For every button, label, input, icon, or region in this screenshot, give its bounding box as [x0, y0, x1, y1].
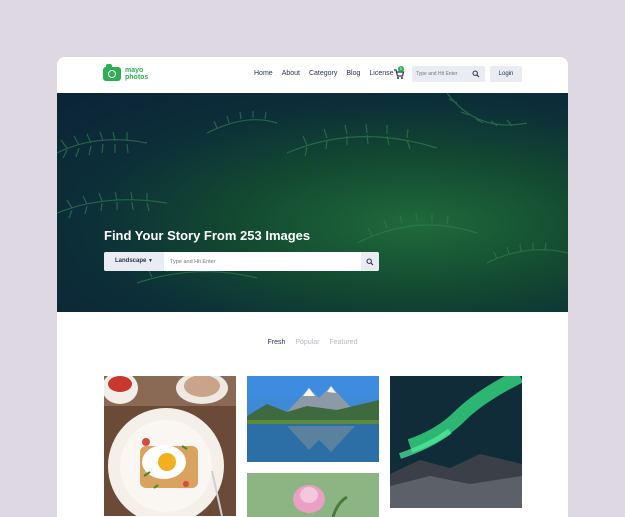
search-icon	[366, 258, 374, 266]
search-icon[interactable]	[472, 70, 480, 78]
chevron-down-icon: ▼	[148, 258, 153, 264]
site-logo[interactable]: mayo photos	[103, 64, 148, 81]
hero-search-button[interactable]	[361, 252, 379, 271]
hero-banner: Find Your Story From 253 Images Landscap…	[57, 93, 568, 312]
hero-search-input[interactable]	[170, 257, 330, 267]
nav-item-category[interactable]: Category	[309, 70, 337, 77]
flower-photo	[247, 473, 379, 517]
header-search-input[interactable]	[416, 69, 468, 79]
nav-item-about[interactable]: About	[282, 70, 300, 77]
logo-line-2: photos	[125, 74, 149, 81]
login-button[interactable]: Login	[490, 66, 522, 82]
cart-badge: 0	[398, 66, 404, 72]
tab-featured[interactable]: Featured	[329, 339, 357, 346]
fern-foliage-background	[57, 93, 568, 284]
gallery-image-aurora[interactable]	[390, 376, 522, 508]
category-label: Landscape	[115, 258, 147, 264]
nav-item-home[interactable]: Home	[254, 70, 273, 77]
tab-fresh[interactable]: Fresh	[268, 339, 286, 346]
category-dropdown[interactable]: Landscape ▼	[104, 252, 164, 271]
gallery-image-flower[interactable]	[247, 473, 379, 517]
hero-search-bar: Landscape ▼	[104, 252, 379, 271]
camera-icon	[103, 64, 121, 81]
gallery-image-mountain-lake[interactable]	[247, 376, 379, 462]
header-search	[412, 66, 485, 82]
mountain-lake-photo	[247, 376, 379, 462]
nav-item-license[interactable]: License	[369, 70, 393, 77]
breakfast-photo	[104, 376, 236, 516]
logo-line-1: mayo	[125, 67, 144, 74]
logo-wordmark: mayo photos	[125, 67, 148, 81]
nav-item-blog[interactable]: Blog	[346, 70, 360, 77]
main-nav: Home About Category Blog License	[254, 70, 403, 77]
gallery-tabs: Fresh Popular Featured	[57, 339, 568, 346]
hero-title: Find Your Story From 253 Images	[104, 228, 311, 243]
site-header: mayo photos Home About Category Blog Lic…	[57, 57, 568, 93]
web-page: mayo photos Home About Category Blog Lic…	[57, 57, 568, 517]
tab-popular[interactable]: Popular	[295, 339, 319, 346]
gallery-image-breakfast[interactable]	[104, 376, 236, 516]
aurora-photo	[390, 376, 522, 508]
